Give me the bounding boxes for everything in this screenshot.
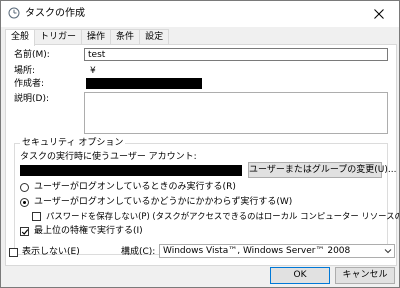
tab-triggers[interactable]: トリガー [34,29,83,45]
checkmark-icon [21,229,29,235]
no-store-password-checkbox[interactable] [32,212,41,221]
location-label: 場所: [14,66,36,76]
configure-select[interactable]: Windows Vista™, Windows Server™ 2008 [159,244,395,258]
description-textarea[interactable] [84,92,388,134]
radio-run-whether-logged-on[interactable] [20,198,29,207]
tab-settings[interactable]: 設定 [139,29,170,45]
configure-selected-value: Windows Vista™, Windows Server™ 2008 [163,246,351,256]
name-label: 名前(M): [14,50,50,60]
tab-conditions[interactable]: 条件 [110,29,141,45]
general-tab-panel: 名前(M): test 場所: ¥ 作成者: 説明(D): セキュリティ オプシ… [5,44,400,266]
run-whether-logged-on-label: ユーザーがログオンしているかどうかにかかわらず実行する(W) [34,197,293,207]
description-label: 説明(D): [14,94,49,104]
tab-general[interactable]: 全般 [5,29,36,46]
security-options-title: セキュリティ オプション [20,137,126,149]
radio-run-only-logged-on[interactable] [20,183,29,192]
highest-privileges-checkbox[interactable] [20,227,29,236]
name-input[interactable]: test [84,48,388,61]
configure-label: 構成(C): [121,247,156,257]
no-store-password-label: パスワードを保存しない(P) (タスクがアクセスできるのはローカル コンピュータ… [46,211,400,221]
dialog-footer: 表示しない(E) 構成(C): Windows Vista™, Windows … [1,244,399,287]
clock-icon [8,7,20,19]
ok-button[interactable]: OK [270,267,330,284]
run-only-logged-on-label: ユーザーがログオンしているときのみ実行する(R) [34,182,236,192]
window-title: タスクの作成 [25,8,85,19]
title-bar: タスクの作成 [1,1,399,27]
hidden-checkbox[interactable] [9,248,18,257]
close-button[interactable] [359,1,399,27]
tab-strip: 全般 トリガー 操作 条件 設定 [5,29,170,46]
highest-privileges-label: 最上位の特権で実行する(I) [34,226,143,236]
account-prompt: タスクの実行時に使うユーザー アカウント: [20,152,197,162]
chevron-down-icon [384,249,392,254]
change-user-button[interactable]: ユーザーまたはグループの変更(U)... [248,162,396,178]
author-redacted [86,78,202,89]
account-redacted [20,165,242,176]
tab-actions[interactable]: 操作 [81,29,112,45]
hidden-label: 表示しない(E) [22,247,80,257]
cancel-button[interactable]: キャンセル [335,267,395,284]
create-task-dialog: タスクの作成 全般 トリガー 操作 条件 設定 名前(M): test 場所: … [0,0,400,288]
author-label: 作成者: [14,79,45,89]
close-icon [374,9,384,19]
location-value: ¥ [90,66,96,76]
